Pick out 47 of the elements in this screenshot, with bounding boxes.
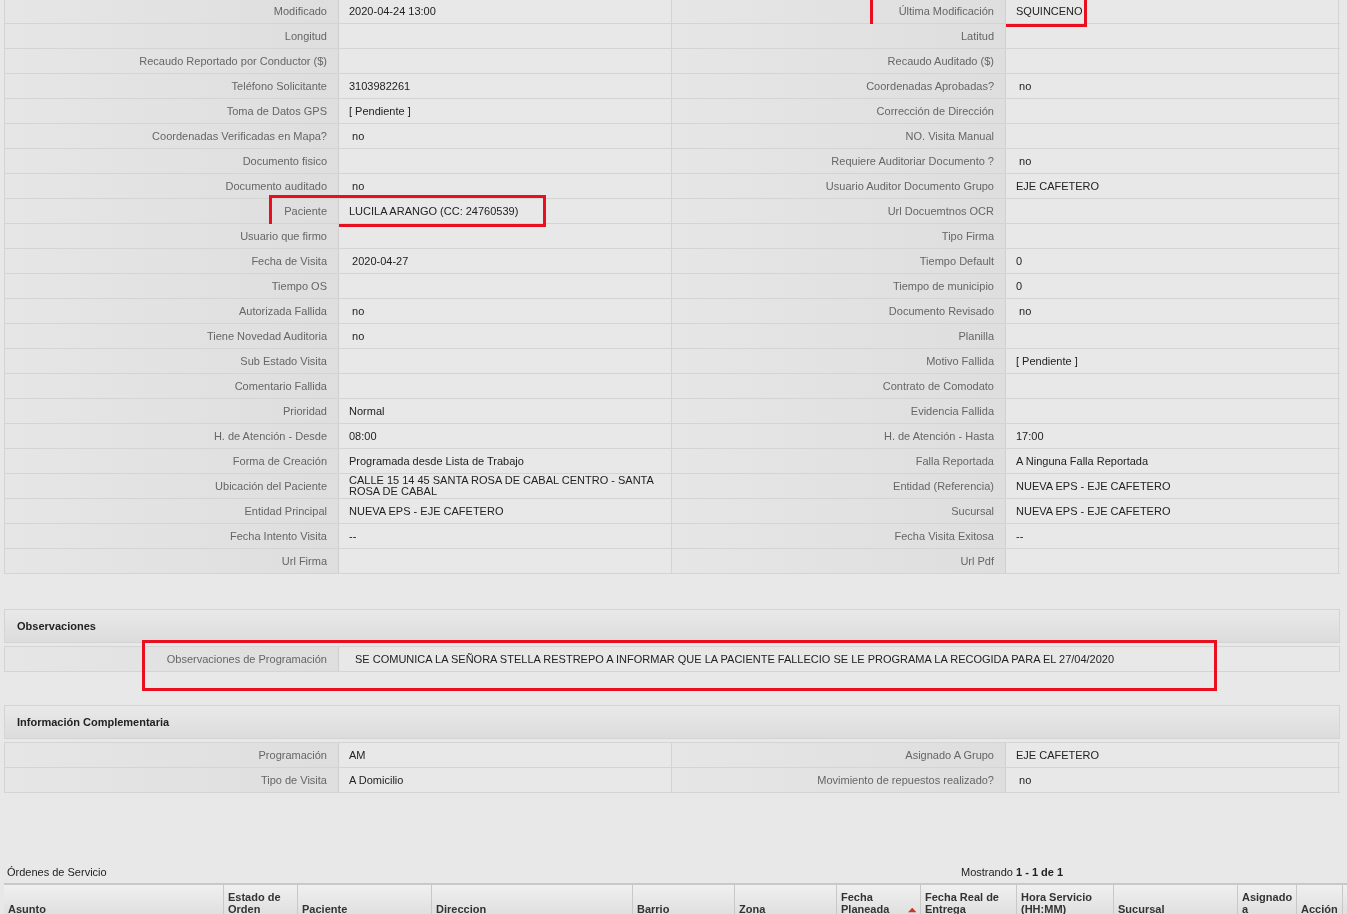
field-value: [ Pendiente ] [349,105,411,117]
field-value: NUEVA EPS - EJE CAFETERO [349,505,504,517]
field-value: 17:00 [1016,430,1044,442]
column-header[interactable]: Sucursal [1114,885,1238,914]
column-header[interactable]: Zona [735,885,837,914]
field-value: 0 [1016,280,1023,292]
field-value: Normal [349,405,385,417]
field-value: no [351,330,365,342]
field-value: no [351,130,365,142]
paging-info: Mostrando 1 - 1 de 1 [961,864,1064,880]
field-value: EJE CAFETERO [1016,749,1100,761]
field-value: EJE CAFETERO [1016,180,1100,192]
field-value: -- [349,530,357,542]
field-value: [ Pendiente ] [1016,355,1078,367]
field-value: NUEVA EPS - EJE CAFETERO [1016,505,1171,517]
field-value: 3103982261 [349,80,411,92]
column-header[interactable]: Acción [1297,885,1343,914]
section-title: Información Complementaria [17,714,170,730]
field-value: -- [1016,530,1024,542]
field-value: A Domicilio [349,774,404,786]
field-value: 2020-04-24 13:00 [349,5,436,17]
field-value: no [1018,774,1032,786]
field-value: no [1018,305,1032,317]
table-title: Órdenes de Servicio [7,864,108,880]
field-value: no [1018,80,1032,92]
field-value: LUCILA ARANGO (CC: 24760539) [349,205,519,217]
field-value: 0 [1016,255,1023,267]
column-header[interactable]: Asignado a [1238,885,1297,914]
field-value: no [1018,155,1032,167]
field-value: CALLE 15 14 45 SANTA ROSA DE CABAL CENTRO - SANTA ROSA DE CABAL [349,475,655,497]
field-value: no [351,305,365,317]
field-value: 08:00 [349,430,377,442]
field-value: AM [349,749,366,761]
field-value: 2020-04-27 [351,255,409,267]
field-value: Programada desde Lista de Trabajo [349,455,524,467]
section-title: Observaciones [17,618,96,634]
column-header[interactable]: Barrio [633,885,735,914]
column-header[interactable]: Estado de Orden [224,885,298,914]
column-header[interactable]: Asunto [4,885,224,914]
field-value: A Ninguna Falla Reportada [1016,455,1149,467]
field-value: SQUINCENO [1016,5,1083,17]
field-value: NUEVA EPS - EJE CAFETERO [1016,480,1171,492]
field-value: SE COMUNICA LA SEÑORA STELLA RESTREPO A INFORMAR QUE LA PACIENTE FALLECIO SE LE PROGRAMA LA RECOGIDA PARA EL 27/04/2020 [355,651,1115,667]
column-header[interactable]: Fecha Planeada [837,885,921,914]
column-header[interactable]: Paciente [298,885,432,914]
column-header[interactable]: Direccion [432,885,633,914]
field-value: no [351,180,365,192]
